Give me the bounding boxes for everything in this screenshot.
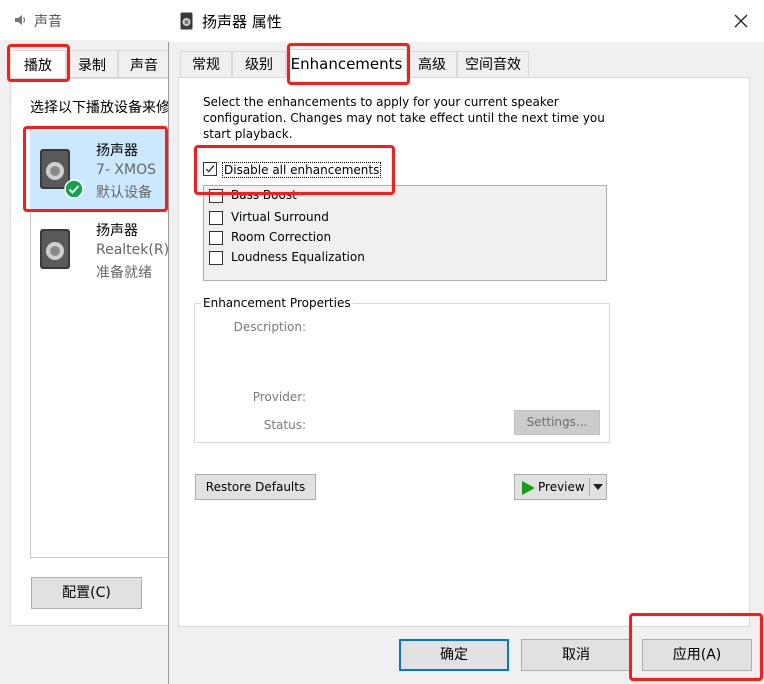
play-icon [522,481,535,495]
device-name: 扬声器 [96,143,138,159]
tab-enhancements[interactable]: Enhancements [286,49,407,78]
apply-button[interactable]: 应用(A) [642,639,752,671]
tab-sounds[interactable]: 声音 [118,50,170,78]
enhancement-label: Virtual Surround [231,210,329,224]
cancel-button[interactable]: 取消 [521,639,631,671]
enhancement-label: Loudness Equalization [231,250,365,264]
enhancements-list: Bass Boost Virtual Surround Room Correct… [203,185,607,281]
default-device-check-icon [64,179,84,199]
speaker-icon [180,12,193,30]
device-name: 扬声器 [96,223,138,239]
enhancements-description: Select the enhancements to apply for you… [203,95,605,141]
tab-spatial-sound[interactable]: 空间音效 [457,51,529,78]
enhancement-label: Bass Boost [231,188,297,202]
tab-general[interactable]: 常规 [180,51,232,78]
tab-advanced[interactable]: 高级 [407,51,457,78]
speaker-icon [40,229,70,269]
device-status: 默认设备 [96,185,152,201]
disable-all-checkbox[interactable] [203,162,217,176]
settings-button[interactable]: Settings... [514,410,600,435]
enhancement-checkbox[interactable] [209,189,223,203]
configure-button[interactable]: 配置(C) [31,577,142,609]
disable-all-label[interactable]: Disable all enhancements [222,162,382,178]
device-description: Realtek(R) [96,242,170,258]
sound-window-title: 声音 [34,14,62,30]
chevron-down-icon[interactable] [592,482,604,492]
enhancement-label: Room Correction [231,230,332,244]
sound-app-icon [15,15,26,25]
property-status-label: Status: [263,418,306,432]
preview-label: Preview [538,480,585,494]
device-status: 准备就绪 [96,265,152,281]
preview-divider [589,478,590,496]
enhancement-checkbox[interactable] [209,251,223,265]
ok-button[interactable]: 确定 [399,639,509,671]
property-provider-label: Provider: [252,390,306,404]
playback-instruction: 选择以下播放设备来修 [30,100,170,116]
close-icon[interactable] [726,6,756,36]
tab-playback[interactable]: 播放 [10,50,66,80]
device-item-speaker[interactable]: 扬声器 Realtek(R) 准备就绪 [30,211,170,291]
property-description-label: Description: [233,320,306,334]
device-item-default-speaker[interactable]: 扬声器 7- XMOS 默认设备 [30,131,170,211]
enhancement-checkbox[interactable] [209,231,223,245]
restore-defaults-button[interactable]: Restore Defaults [195,474,316,500]
device-description: 7- XMOS [96,162,156,178]
tab-recording[interactable]: 录制 [66,50,118,78]
preview-button[interactable]: Preview [514,474,607,500]
enhancement-checkbox[interactable] [209,211,223,225]
tab-levels[interactable]: 级别 [232,51,286,78]
dialog-title: 扬声器 属性 [202,13,282,31]
enhancement-properties-legend: Enhancement Properties [201,296,353,310]
